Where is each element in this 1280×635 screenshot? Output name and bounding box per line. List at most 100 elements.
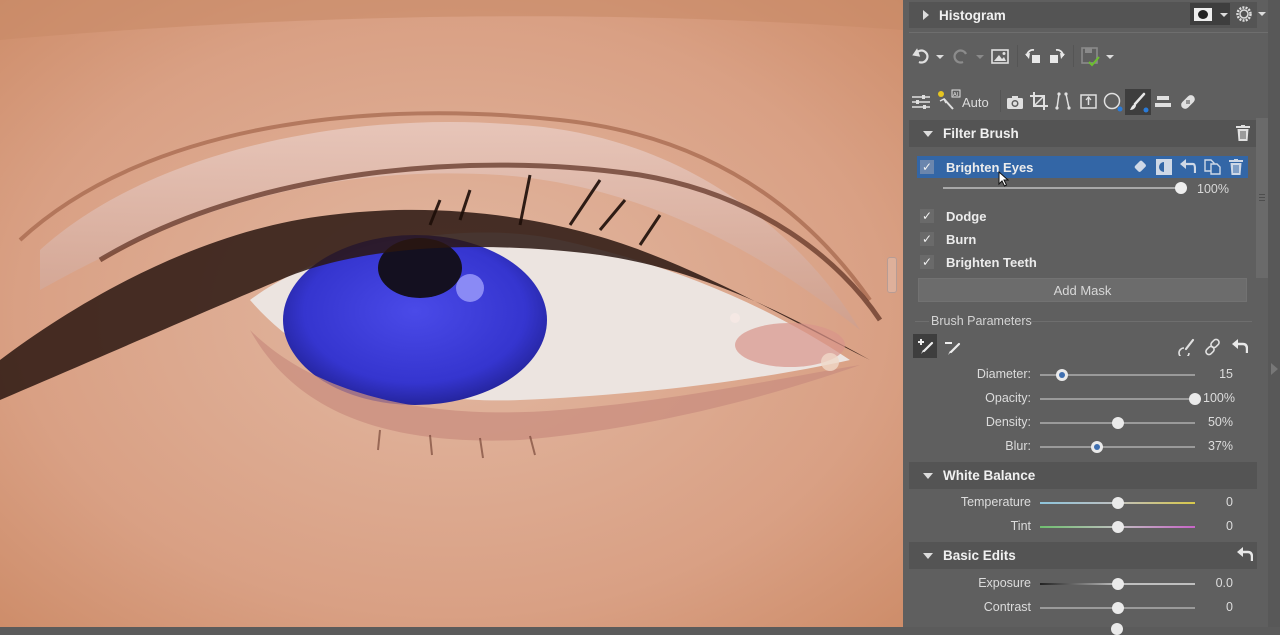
slider-thumb[interactable] — [1111, 521, 1124, 533]
straighten-tool[interactable] — [1079, 93, 1097, 109]
compare-button[interactable] — [990, 47, 1010, 65]
mask-item-dodge[interactable]: ✓ Dodge — [917, 205, 1248, 227]
slider-track[interactable] — [1040, 446, 1195, 448]
mask-checkbox[interactable]: ✓ — [920, 255, 934, 269]
adjustments-tool[interactable] — [912, 93, 930, 111]
brush-autodetect-button[interactable] — [1176, 337, 1196, 357]
mask-label[interactable]: Dodge — [946, 209, 986, 224]
mask-delete-button[interactable] — [1229, 159, 1245, 175]
filter-brush-header[interactable]: Filter Brush — [909, 120, 1257, 147]
filter-brush-tool[interactable] — [1125, 89, 1151, 115]
save-icon — [1081, 47, 1100, 67]
slider-track[interactable] — [1040, 398, 1195, 400]
mask-invert-button[interactable] — [1156, 159, 1172, 175]
redo-history-dropdown[interactable] — [976, 55, 984, 59]
white-balance-title: White Balance — [943, 468, 1036, 483]
crop-tool[interactable] — [1030, 92, 1048, 110]
brush-erase-mode-button[interactable] — [941, 336, 963, 358]
slider-label: Opacity: — [985, 391, 1031, 405]
slider-row: Temperature 0 — [903, 493, 1257, 513]
rotate-left-button[interactable] — [1024, 46, 1044, 66]
mask-checkbox[interactable]: ✓ — [920, 160, 934, 174]
camera-tool[interactable] — [1006, 93, 1024, 111]
link-parameters-button[interactable] — [1203, 337, 1223, 357]
mask-item-brighten-eyes[interactable]: ✓ Brighten Eyes — [917, 156, 1248, 178]
white-balance-header[interactable]: White Balance — [909, 462, 1257, 489]
slider-value[interactable]: 50% — [1203, 415, 1233, 429]
slider-value[interactable]: 0 — [1203, 519, 1233, 533]
rotate-left-icon — [1025, 49, 1040, 63]
add-mask-button[interactable]: Add Mask — [918, 278, 1247, 302]
reset-brush-parameters-button[interactable] — [1230, 337, 1250, 357]
mask-opacity-thumb[interactable] — [1175, 182, 1187, 194]
mouse-cursor-icon — [998, 171, 1010, 187]
divider — [1073, 45, 1074, 67]
brush-add-mode-button[interactable] — [913, 334, 937, 358]
image-icon — [991, 48, 1009, 64]
mask-label[interactable]: Brighten Teeth — [946, 255, 1037, 270]
chevron-down-icon — [1220, 13, 1228, 17]
reset-arrow-icon — [1180, 159, 1197, 173]
slider-value[interactable]: 15 — [1203, 367, 1233, 381]
slider-value[interactable]: 0 — [1203, 600, 1233, 614]
mask-duplicate-button[interactable] — [1204, 159, 1222, 175]
settings-button[interactable] — [1233, 4, 1267, 24]
histogram-title: Histogram — [939, 7, 1006, 23]
mask-opacity-track[interactable] — [943, 187, 1181, 189]
slider-value[interactable]: 0.0 — [1203, 576, 1233, 590]
slider-value[interactable]: 100% — [1203, 391, 1235, 405]
slider-label: Blur: — [1005, 439, 1031, 453]
radial-filter-tool[interactable] — [1103, 92, 1123, 112]
slider-thumb[interactable] — [1091, 441, 1104, 453]
perspective-tool[interactable] — [1054, 92, 1072, 110]
slider-thumb[interactable] — [1111, 602, 1124, 614]
slider-row: Tint 0 — [903, 517, 1257, 537]
eraser-icon — [1134, 160, 1146, 172]
divider — [1030, 321, 1252, 322]
slider-row: Contrast 0 — [903, 598, 1257, 618]
slider-thumb[interactable] — [1111, 417, 1124, 429]
mask-label[interactable]: Burn — [946, 232, 976, 247]
image-viewer[interactable] — [0, 0, 903, 627]
mask-erase-button[interactable] — [1133, 159, 1149, 175]
mask-item-burn[interactable]: ✓ Burn — [917, 228, 1248, 250]
retouch-tool[interactable] — [1178, 92, 1198, 112]
slider-value[interactable]: 37% — [1203, 439, 1233, 453]
undo-history-dropdown[interactable] — [936, 55, 944, 59]
basic-edits-header[interactable]: Basic Edits — [909, 542, 1257, 569]
camera-icon — [1007, 95, 1023, 109]
viewer-scroll-handle[interactable] — [887, 257, 897, 293]
gradient-tool[interactable] — [1154, 93, 1172, 109]
scroll-grip-icon — [1259, 194, 1265, 195]
slider-value[interactable]: 0 — [1203, 495, 1233, 509]
perspective-icon — [1055, 92, 1071, 110]
reset-basic-edits-button[interactable] — [1236, 546, 1254, 564]
save-button[interactable] — [1080, 46, 1102, 68]
mask-item-brighten-teeth[interactable]: ✓ Brighten Teeth — [917, 251, 1248, 273]
slider-thumb-partial[interactable] — [1111, 623, 1123, 635]
mask-checkbox[interactable]: ✓ — [920, 232, 934, 246]
mask-reset-button[interactable] — [1180, 159, 1197, 175]
slider-thumb[interactable] — [1189, 393, 1201, 405]
slider-label: Exposure — [978, 576, 1031, 590]
save-options-dropdown[interactable] — [1106, 55, 1114, 59]
collapse-icon — [923, 552, 933, 559]
brush-erase-icon — [945, 342, 961, 355]
right-dock-edge[interactable] — [1268, 0, 1280, 627]
expand-dock-icon[interactable] — [1271, 363, 1278, 375]
mask-label[interactable]: Brighten Eyes — [946, 160, 1033, 175]
undo-button[interactable] — [911, 46, 931, 66]
slider-thumb[interactable] — [1055, 369, 1068, 381]
gear-icon — [1236, 6, 1252, 22]
auto-label[interactable]: Auto — [962, 95, 989, 110]
panel-scrollbar[interactable] — [1256, 118, 1268, 278]
auto-ai-tool[interactable]: AI — [936, 89, 962, 113]
slider-thumb[interactable] — [1111, 497, 1124, 509]
rotate-right-button[interactable] — [1046, 46, 1066, 66]
delete-all-masks-button[interactable] — [1235, 124, 1251, 142]
slider-thumb[interactable] — [1111, 578, 1124, 590]
expand-icon — [923, 10, 929, 20]
mask-checkbox[interactable]: ✓ — [920, 209, 934, 223]
view-mode-button[interactable] — [1190, 3, 1230, 25]
redo-button[interactable] — [951, 46, 971, 66]
